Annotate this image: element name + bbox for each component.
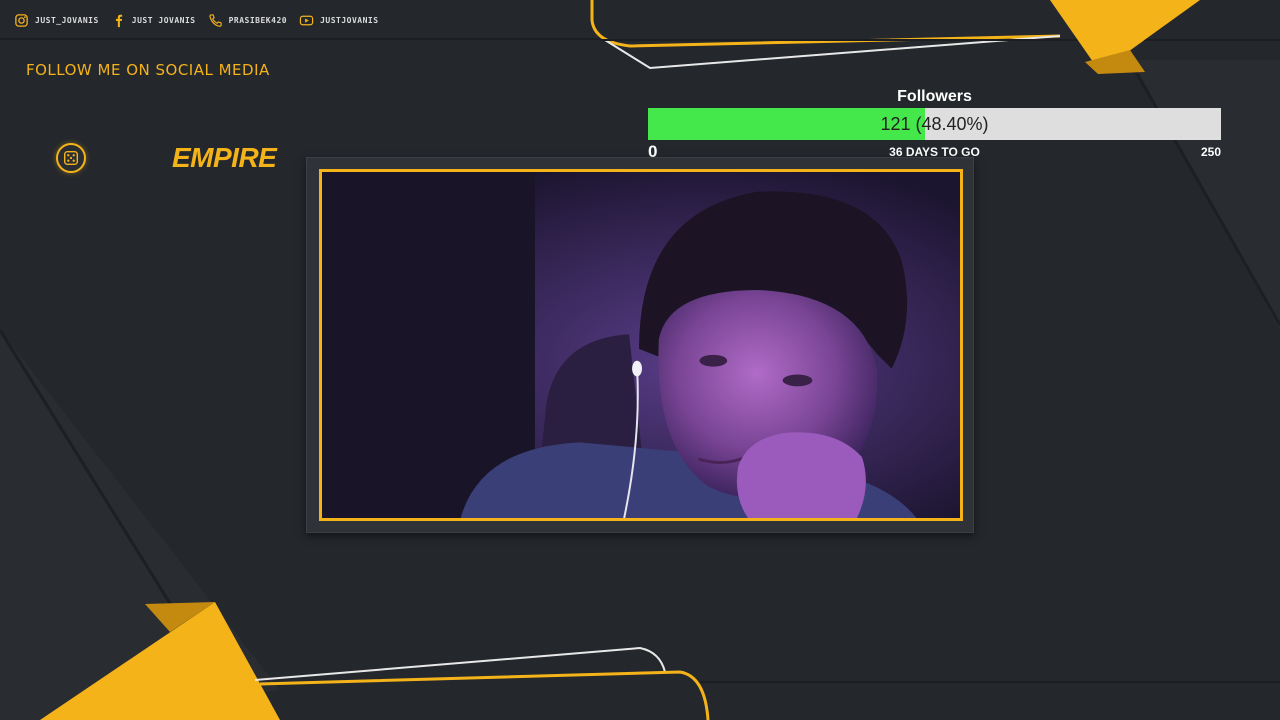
social-label: JUST JOVANIS <box>131 15 196 25</box>
facebook-icon <box>111 13 126 28</box>
goal-progress-bar: 121 (48.40%) <box>648 108 1221 140</box>
social-bar: JUST_JOVANIS JUST JOVANIS PRASIBEK420 JU… <box>0 0 600 40</box>
follow-heading: FOLLOW ME ON SOCIAL MEDIA <box>26 61 270 79</box>
social-label: JUST_JOVANIS <box>35 15 99 25</box>
social-item-youtube[interactable]: JUSTJOVANIS <box>299 13 378 28</box>
webcam-frame <box>306 157 974 533</box>
social-label: JUSTJOVANIS <box>320 15 379 25</box>
goal-title: Followers <box>897 88 972 105</box>
phone-icon <box>208 13 223 28</box>
social-item-phone[interactable]: PRASIBEK420 <box>208 13 287 28</box>
social-item-facebook[interactable]: JUST JOVANIS <box>111 13 196 28</box>
follower-goal: Followers 121 (48.40%) 0 36 DAYS TO GO 2… <box>648 87 1221 162</box>
goal-max: 250 <box>1200 145 1221 159</box>
social-label: PRASIBEK420 <box>228 15 288 25</box>
logo-text: EMPIRE <box>172 142 277 173</box>
youtube-icon <box>299 13 314 28</box>
social-item-instagram[interactable]: JUST_JOVANIS <box>14 13 99 28</box>
instagram-icon <box>14 13 29 28</box>
goal-value: 121 (48.40%) <box>880 114 989 134</box>
logo-obscured-part <box>86 143 172 173</box>
dice-icon <box>56 143 86 173</box>
webcam-feed <box>319 169 963 521</box>
logo: EMPIRE <box>56 140 277 176</box>
